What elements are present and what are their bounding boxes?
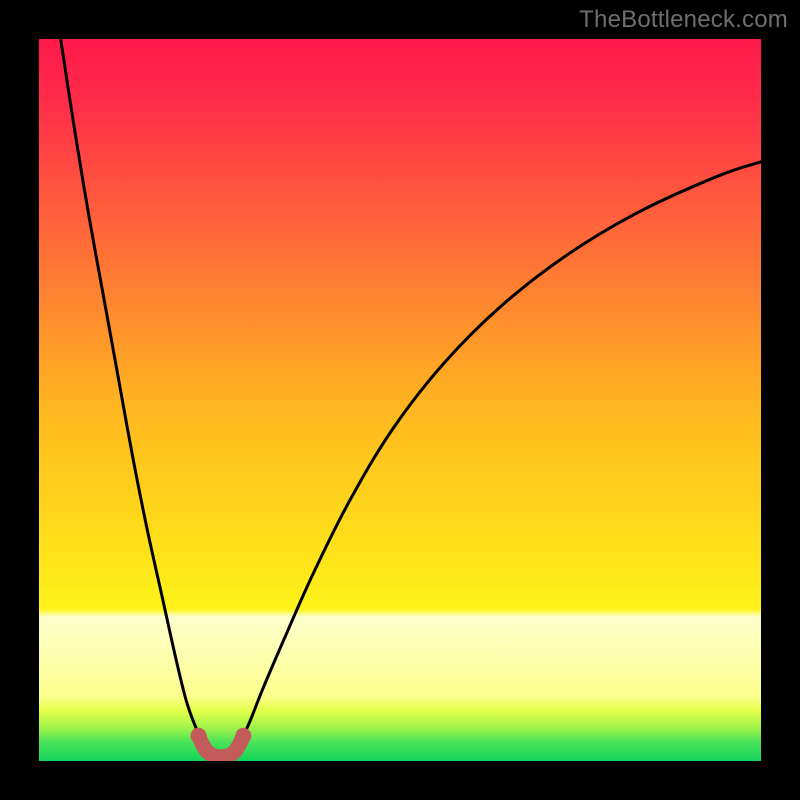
plot-area <box>39 39 761 761</box>
chart-frame: TheBottleneck.com <box>0 0 800 800</box>
watermark-text: TheBottleneck.com <box>579 6 788 34</box>
trough-end-dot-1 <box>235 728 251 744</box>
chart-svg <box>39 39 761 761</box>
trough-end-dot-0 <box>191 728 207 744</box>
gradient-background <box>39 39 761 761</box>
